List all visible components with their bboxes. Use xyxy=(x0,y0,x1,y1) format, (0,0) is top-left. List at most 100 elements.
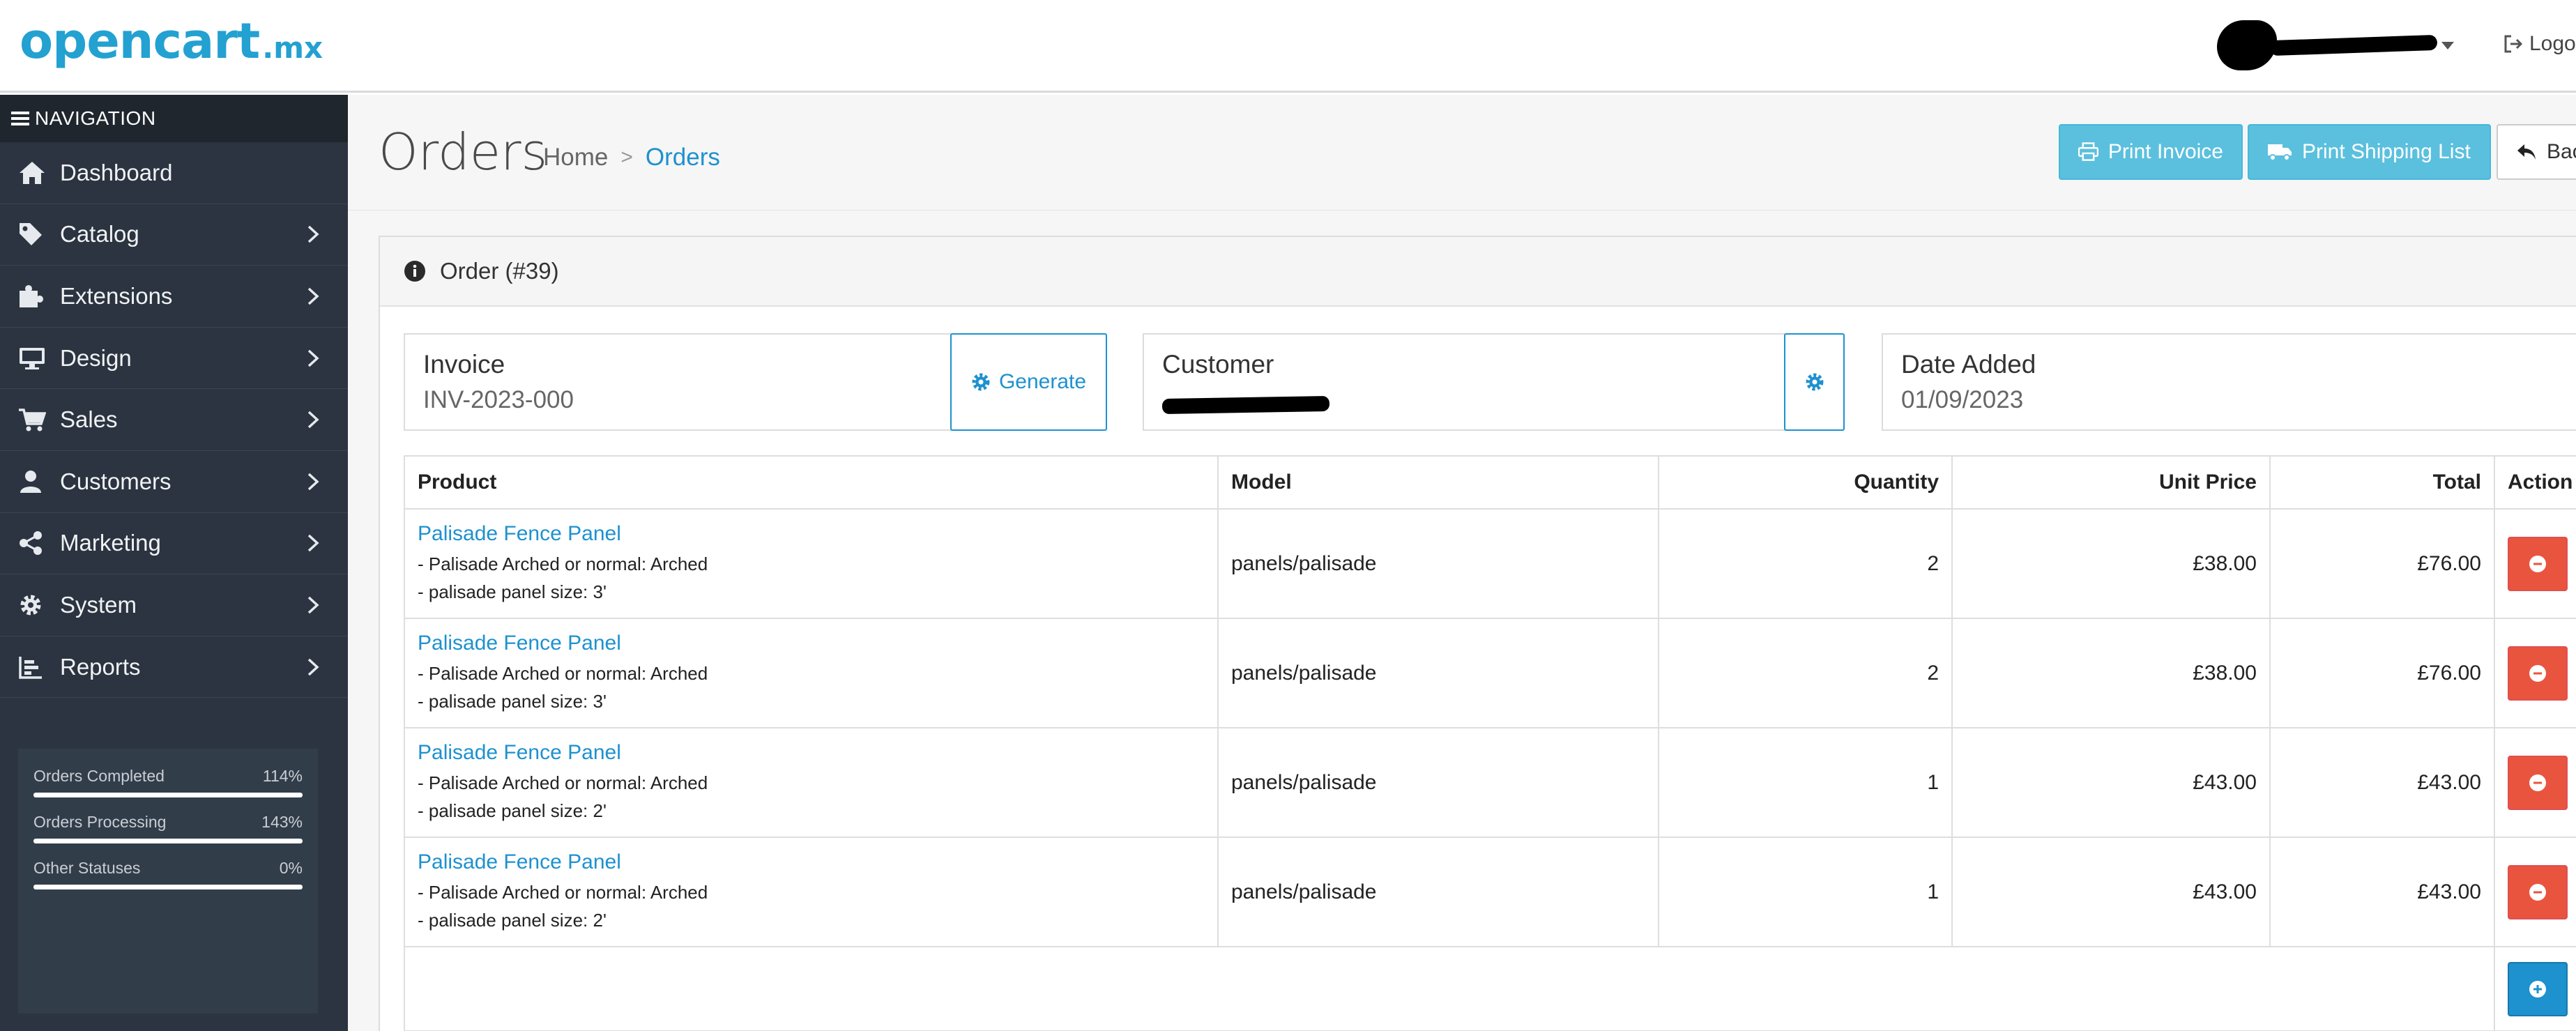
add-product-row xyxy=(404,946,2576,1031)
remove-product-button[interactable] xyxy=(2508,864,2568,919)
unit-price-cell: £38.00 xyxy=(1951,618,2271,728)
unit-price-cell: £38.00 xyxy=(1951,508,2271,619)
main-content: Orders Home > Orders Print Invoice Print… xyxy=(348,95,2576,1031)
customer-label: Customer xyxy=(1162,350,1274,379)
back-button[interactable]: Bac xyxy=(2497,124,2576,180)
sidebar-item-catalog[interactable]: Catalog xyxy=(0,204,348,266)
print-shipping-list-button[interactable]: Print Shipping List xyxy=(2248,124,2491,180)
minus-circle-icon xyxy=(2529,883,2546,901)
product-cell: Palisade Fence Panel - Palisade Arched o… xyxy=(404,618,1219,728)
model-cell: panels/palisade xyxy=(1217,727,1659,838)
opencart-logo[interactable]: opencart .mx xyxy=(20,13,323,75)
progress-bar xyxy=(33,839,303,843)
product-option: - Palisade Arched or normal: Arched xyxy=(418,553,708,574)
product-cell: Palisade Fence Panel - Palisade Arched o… xyxy=(404,727,1219,838)
add-product-button[interactable] xyxy=(2508,961,2568,1016)
date-added-label: Date Added xyxy=(1901,350,2036,379)
sidebar-item-dashboard[interactable]: Dashboard xyxy=(0,142,348,204)
model-cell: panels/palisade xyxy=(1217,837,1659,947)
sidebar-item-label: Catalog xyxy=(60,221,139,247)
breadcrumb-home[interactable]: Home xyxy=(543,144,608,171)
sidebar-item-marketing[interactable]: Marketing xyxy=(0,513,348,575)
page-header: Orders Home > Orders Print Invoice Print… xyxy=(348,95,2576,211)
order-panel: Order (#39) Invoice INV-2023-000 Generat… xyxy=(379,236,2576,1031)
remove-product-button[interactable] xyxy=(2508,536,2568,591)
tag-icon xyxy=(18,220,50,248)
home-icon xyxy=(18,159,50,187)
sidebar-item-customers[interactable]: Customers xyxy=(0,451,348,513)
chevron-right-icon xyxy=(307,473,319,491)
remove-product-button[interactable] xyxy=(2508,755,2568,810)
sidebar-item-design[interactable]: Design xyxy=(0,328,348,390)
product-link[interactable]: Palisade Fence Panel xyxy=(418,522,1205,546)
quantity-cell: 1 xyxy=(1658,837,1953,947)
logout-link[interactable]: Logo xyxy=(2503,26,2576,61)
sign-out-icon xyxy=(2504,35,2523,53)
table-row: Palisade Fence Panel - Palisade Arched o… xyxy=(404,618,2576,728)
logo-brand: opencart xyxy=(20,13,260,70)
order-title: Order (#39) xyxy=(440,258,559,284)
product-cell: Palisade Fence Panel - Palisade Arched o… xyxy=(404,837,1219,947)
panel-heading: Order (#39) xyxy=(380,237,2576,307)
product-link[interactable]: Palisade Fence Panel xyxy=(418,850,1205,874)
truck-icon xyxy=(2268,144,2292,161)
back-label: Bac xyxy=(2547,140,2576,163)
chevron-right-icon xyxy=(307,535,319,552)
total-cell: £43.00 xyxy=(2269,837,2495,947)
progress-fill xyxy=(33,885,303,889)
sidebar-item-label: Customers xyxy=(60,468,172,494)
model-cell: panels/palisade xyxy=(1217,618,1659,728)
action-cell xyxy=(2494,727,2576,838)
progress-fill xyxy=(33,793,303,797)
total-cell: £43.00 xyxy=(2269,727,2495,838)
sidebar-item-label: System xyxy=(60,591,137,618)
product-option: - Palisade Arched or normal: Arched xyxy=(418,662,708,684)
gear-icon xyxy=(1806,373,1823,391)
model-cell: panels/palisade xyxy=(1217,508,1659,619)
generate-invoice-button[interactable]: Generate xyxy=(950,333,1107,431)
stat-label: Orders Processing xyxy=(33,813,167,831)
column-header-model: Model xyxy=(1217,455,1659,510)
chevron-right-icon xyxy=(307,226,319,243)
sidebar-item-sales[interactable]: Sales xyxy=(0,389,348,451)
action-cell xyxy=(2494,946,2576,1031)
sidebar-item-extensions[interactable]: Extensions xyxy=(0,266,348,328)
progress-fill xyxy=(33,839,303,843)
customer-settings-button[interactable] xyxy=(1784,333,1845,431)
stat-value: 114% xyxy=(262,767,303,785)
unit-price-cell: £43.00 xyxy=(1951,727,2271,838)
sidebar-item-system[interactable]: System xyxy=(0,574,348,636)
chevron-right-icon xyxy=(307,287,319,305)
breadcrumb-separator: > xyxy=(620,146,633,169)
quantity-cell: 1 xyxy=(1658,727,1953,838)
navigation-heading[interactable]: NAVIGATION xyxy=(0,95,348,142)
user-menu[interactable] xyxy=(2217,20,2468,70)
sidebar-item-label: Reports xyxy=(60,653,141,680)
table-row: Palisade Fence Panel - Palisade Arched o… xyxy=(404,727,2576,838)
page-title: Orders xyxy=(379,123,548,181)
stat-orders-completed: Orders Completed 114% xyxy=(33,767,303,797)
product-link[interactable]: Palisade Fence Panel xyxy=(418,741,1205,765)
remove-product-button[interactable] xyxy=(2508,646,2568,701)
minus-circle-icon xyxy=(2529,774,2546,791)
breadcrumb: Home > Orders xyxy=(543,144,720,171)
breadcrumb-orders[interactable]: Orders xyxy=(646,144,720,171)
sidebar-item-reports[interactable]: Reports xyxy=(0,636,348,698)
column-header-product: Product xyxy=(404,455,1219,510)
stat-value: 143% xyxy=(261,813,303,831)
column-header-total: Total xyxy=(2269,455,2495,510)
sidebar-item-label: Design xyxy=(60,344,132,371)
print-invoice-button[interactable]: Print Invoice xyxy=(2059,124,2243,180)
chevron-right-icon xyxy=(307,658,319,675)
share-icon xyxy=(18,529,50,557)
action-cell xyxy=(2494,508,2576,619)
product-option: - palisade panel size: 3' xyxy=(418,690,607,712)
stat-label: Other Statuses xyxy=(33,859,141,877)
print-icon xyxy=(2078,142,2098,161)
product-link[interactable]: Palisade Fence Panel xyxy=(418,632,1205,655)
generate-label: Generate xyxy=(998,370,1087,393)
order-stats-panel: Orders Completed 114% Orders Processing … xyxy=(18,749,318,1014)
total-cell: £76.00 xyxy=(2269,508,2495,619)
logout-label: Logo xyxy=(2529,32,2576,55)
sidebar-item-label: Sales xyxy=(60,406,118,433)
